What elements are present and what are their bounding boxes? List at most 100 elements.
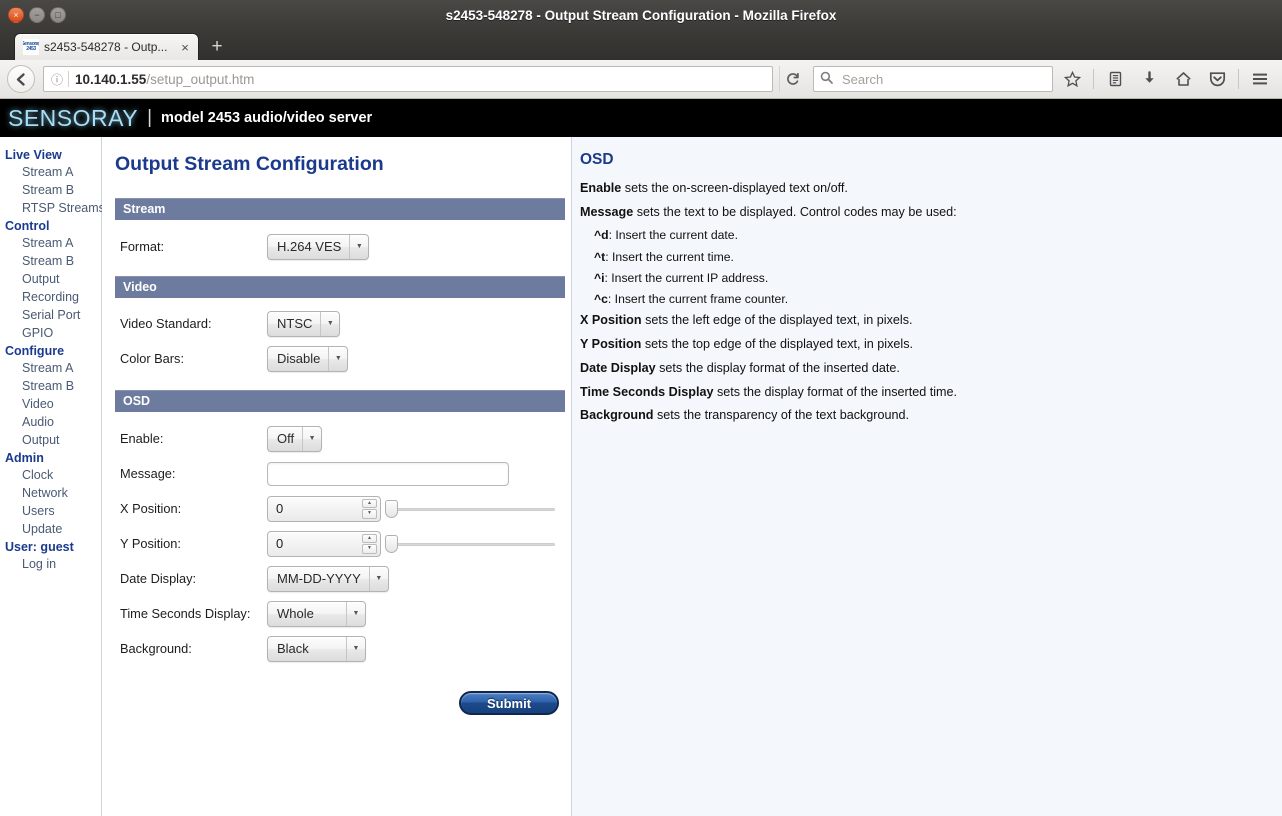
x-position-input[interactable] — [268, 496, 362, 521]
submit-button[interactable]: Submit — [459, 691, 559, 715]
window-close-button[interactable]: × — [8, 7, 24, 23]
help-term: Time Seconds Display — [580, 384, 714, 399]
format-select[interactable]: H.264 VES ▼ — [267, 233, 370, 260]
window-minimize-button[interactable]: − — [29, 7, 45, 23]
video-standard-select[interactable]: NTSC ▼ — [267, 310, 341, 337]
x-position-stepper[interactable]: ▲ ▼ — [267, 495, 381, 522]
sidebar-item-configure-output[interactable]: Output — [0, 431, 101, 449]
sidebar-item-control-gpio[interactable]: GPIO — [0, 324, 101, 342]
help-term: Message — [580, 204, 634, 219]
url-bar[interactable]: ⓘ 10.140.1.55/setup_output.htm — [43, 66, 773, 92]
sidebar-section-configure: Configure Stream A Stream B Video Audio … — [0, 342, 101, 449]
osd-fields: Enable: Off ▼ Message: X Position: 0 ▲ ▼… — [115, 421, 571, 666]
slider-track — [395, 507, 555, 511]
help-line: Background sets the transparency of the … — [580, 408, 1266, 424]
help-desc: sets the display format of the inserted … — [655, 360, 900, 375]
sidebar-item-live-stream-a[interactable]: Stream A — [0, 163, 101, 181]
spinner-up-icon[interactable]: ▲ — [362, 498, 377, 508]
sidebar-group-title: Admin — [5, 451, 44, 465]
tab-close-icon[interactable]: × — [178, 40, 192, 55]
help-line: Y Position sets the top edge of the disp… — [580, 337, 1266, 353]
sidebar-section-admin: Admin Clock Network Users Update — [0, 449, 101, 538]
time-seconds-display-select[interactable]: Whole ▼ — [267, 600, 366, 627]
url-host: 10.140.1.55 — [75, 71, 147, 87]
menu-icon[interactable] — [1245, 64, 1275, 94]
sidebar-item-configure-stream-a[interactable]: Stream A — [0, 359, 101, 377]
sidebar-item-rtsp-streams[interactable]: RTSP Streams — [0, 199, 105, 217]
help-term: ^d — [594, 228, 609, 243]
close-icon: × — [13, 9, 19, 20]
search-icon — [820, 71, 836, 87]
y-position-spin-buttons: ▲ ▼ — [362, 532, 380, 556]
back-button[interactable] — [7, 65, 35, 93]
sidebar-item-control-serial-port[interactable]: Serial Port — [0, 306, 101, 324]
download-arrow-icon[interactable] — [1134, 64, 1164, 94]
url-path: /setup_output.htm — [146, 71, 255, 87]
pocket-icon[interactable] — [1202, 64, 1232, 94]
background-select[interactable]: Black ▼ — [267, 635, 366, 662]
chevron-down-icon: ▼ — [349, 234, 368, 259]
sidebar-group-title: Live View — [5, 148, 62, 162]
home-icon[interactable] — [1168, 64, 1198, 94]
help-desc: sets the top edge of the displayed text,… — [641, 337, 913, 352]
sidebar-item-configure-audio[interactable]: Audio — [0, 413, 101, 431]
field-row-color-bars: Color Bars: Disable ▼ — [115, 341, 571, 376]
browser-tab[interactable]: Sensoray 2453 s2453-548278 - Outp... × — [14, 33, 199, 60]
help-desc: : Insert the current time. — [605, 249, 734, 264]
sidebar-item-admin-update[interactable]: Update — [0, 520, 101, 538]
help-line: ^t: Insert the current time. — [594, 250, 1266, 265]
sidebar-item-control-output[interactable]: Output — [0, 270, 101, 288]
sidebar-item-configure-stream-b[interactable]: Stream B — [0, 377, 101, 395]
bookmark-star-icon[interactable] — [1057, 64, 1087, 94]
sidebar-item-log-in[interactable]: Log in — [0, 555, 101, 573]
help-term: Enable — [580, 181, 622, 195]
sidebar-item-control-stream-a[interactable]: Stream A — [0, 234, 101, 252]
spinner-down-icon[interactable]: ▼ — [362, 509, 377, 519]
sidebar-group-title: Configure — [5, 344, 65, 358]
osd-enable-select[interactable]: Off ▼ — [267, 425, 323, 452]
search-input[interactable] — [840, 70, 1046, 88]
page-title: Output Stream Configuration — [115, 153, 384, 175]
brand-model-text: model 2453 audio/video server — [161, 110, 373, 126]
reader-list-icon[interactable] — [1100, 64, 1130, 94]
chevron-down-icon: ▼ — [320, 311, 339, 336]
sidebar-item-live-stream-b[interactable]: Stream B — [0, 181, 101, 199]
help-term: ^t — [594, 249, 606, 264]
search-bar[interactable] — [813, 66, 1053, 92]
spinner-down-icon[interactable]: ▼ — [362, 544, 377, 554]
sidebar-item-admin-clock[interactable]: Clock — [0, 466, 101, 484]
configuration-form: Output Stream Configuration Stream Forma… — [102, 137, 572, 816]
date-display-select[interactable]: MM-DD-YYYY ▼ — [267, 565, 389, 592]
sidebar-item-admin-network[interactable]: Network — [0, 484, 101, 502]
reload-button[interactable] — [779, 66, 805, 92]
help-panel: OSD Enable sets the on-screen-displayed … — [572, 137, 1282, 816]
y-position-input[interactable] — [268, 531, 362, 556]
field-row-format: Format: H.264 VES ▼ — [115, 229, 571, 264]
date-display-label: Date Display: — [120, 571, 197, 586]
section-header-video: Video — [115, 276, 565, 298]
sidebar-item-admin-users[interactable]: Users — [0, 502, 101, 520]
osd-message-input[interactable] — [267, 461, 509, 486]
spinner-up-icon[interactable]: ▲ — [362, 533, 377, 543]
sidebar-group-title: Control — [5, 219, 50, 233]
toolbar-divider — [1093, 69, 1094, 89]
slider-thumb[interactable] — [385, 534, 398, 553]
y-position-stepper[interactable]: ▲ ▼ — [267, 530, 381, 557]
osd-enable-value: Off — [277, 431, 295, 446]
field-row-enable: Enable: Off ▼ — [115, 421, 571, 456]
chevron-down-icon: ▼ — [346, 636, 365, 661]
y-position-slider[interactable] — [385, 532, 555, 556]
back-arrow-icon — [16, 72, 25, 86]
sidebar-item-control-stream-b[interactable]: Stream B — [0, 252, 101, 270]
format-label: Format: — [120, 239, 165, 254]
help-line: Time Seconds Display sets the display fo… — [580, 385, 1266, 401]
slider-thumb[interactable] — [385, 499, 398, 518]
window-maximize-button[interactable]: □ — [50, 7, 66, 23]
field-row-date-display: Date Display: MM-DD-YYYY ▼ — [115, 561, 571, 596]
new-tab-button[interactable]: + — [204, 33, 230, 60]
sidebar-item-control-recording[interactable]: Recording — [0, 288, 101, 306]
color-bars-select[interactable]: Disable ▼ — [267, 345, 349, 372]
page-info-icon[interactable]: ⓘ — [48, 70, 66, 88]
sidebar-item-configure-video[interactable]: Video — [0, 395, 101, 413]
x-position-slider[interactable] — [385, 497, 555, 521]
